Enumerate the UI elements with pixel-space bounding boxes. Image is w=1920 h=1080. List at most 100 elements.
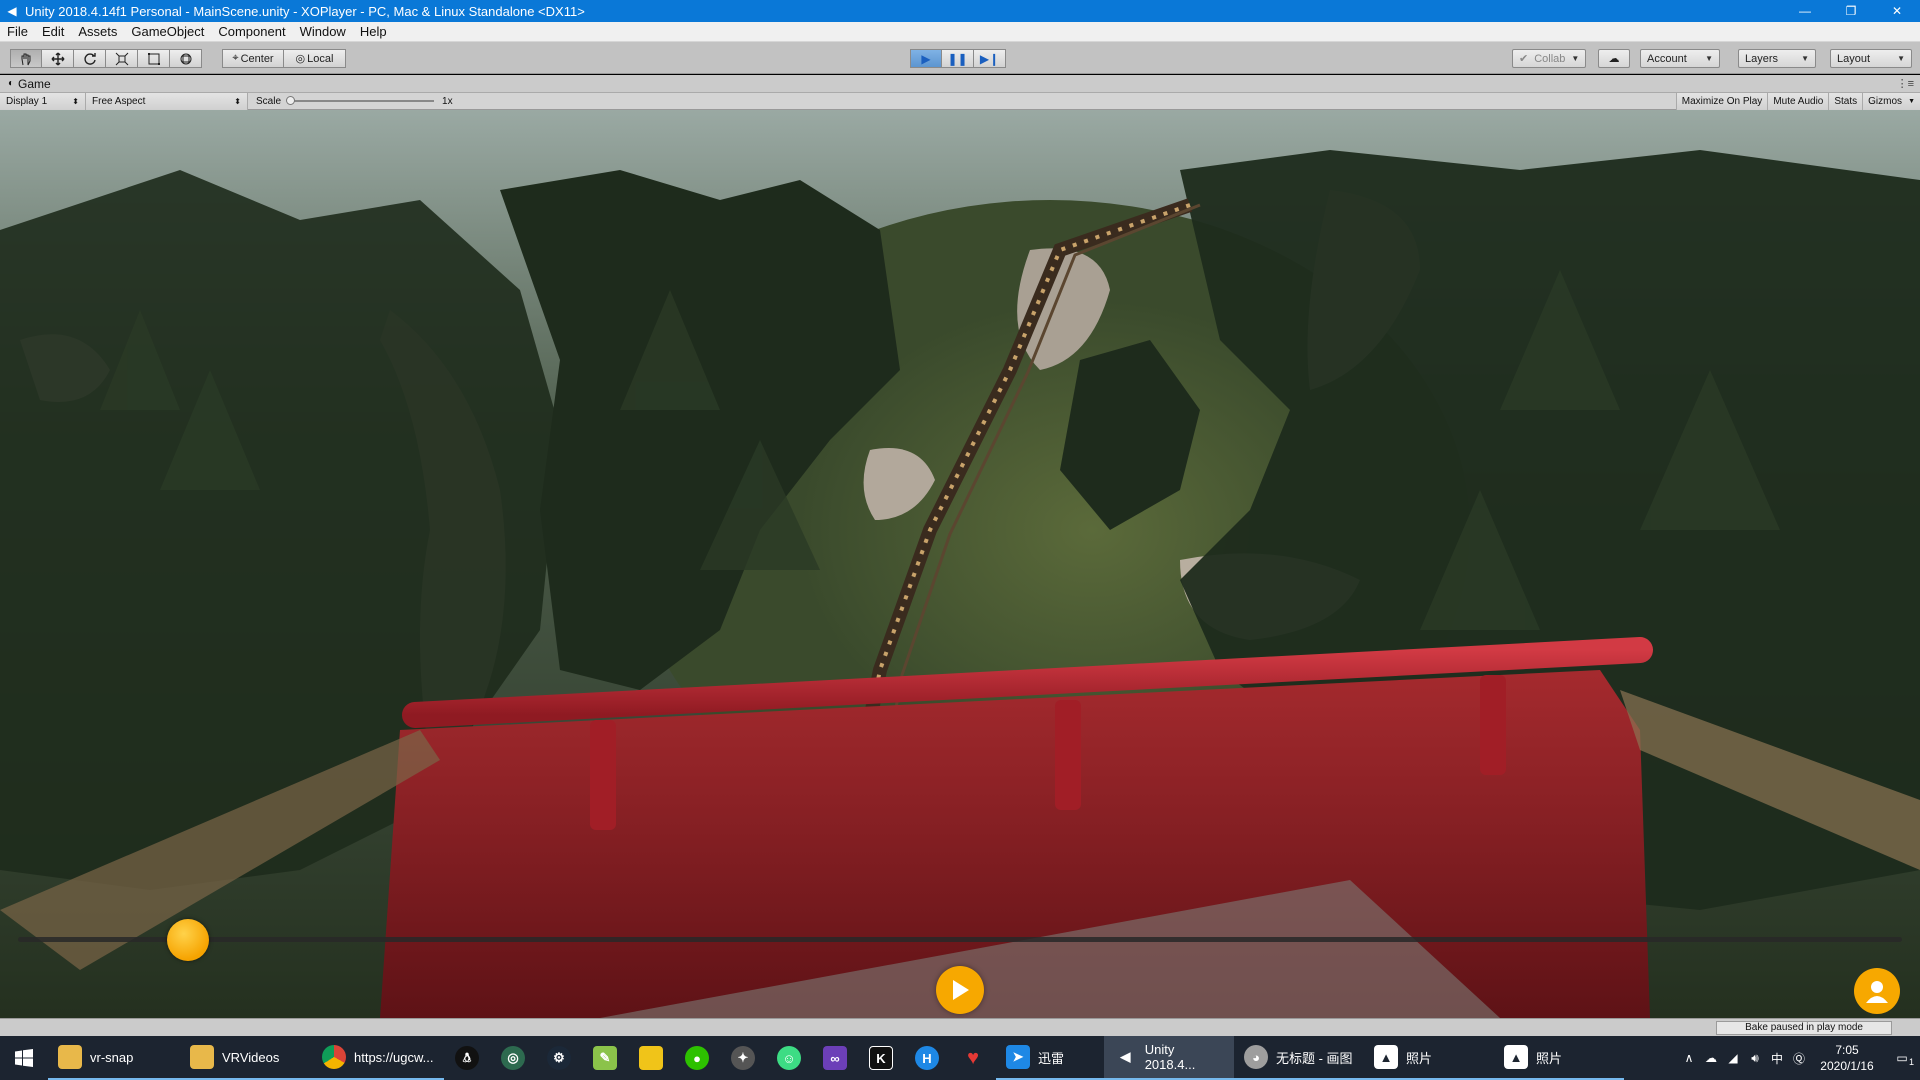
play-button[interactable]: ▶ <box>910 49 942 68</box>
clock[interactable]: 7:05 2020/1/16 <box>1810 1042 1884 1074</box>
taskbar-pinned-heart-app[interactable]: ♥ <box>950 1036 996 1080</box>
taskbar-item-photos-1[interactable]: ▲ 照片 <box>1364 1036 1494 1080</box>
taskbar-pinned-steam[interactable]: ⚙ <box>536 1036 582 1080</box>
cloud-group: ☁ <box>1598 49 1630 68</box>
network-icon[interactable]: ◢ <box>1722 1051 1744 1065</box>
account-dropdown[interactable]: Account ▼ <box>1640 49 1720 68</box>
taskbar-pinned-visual-studio[interactable]: ∞ <box>812 1036 858 1080</box>
aspect-dropdown[interactable]: Free Aspect ⬍ <box>86 92 248 110</box>
minimize-button[interactable]: — <box>1782 0 1828 22</box>
taskbar-pinned-wechat[interactable]: ● <box>674 1036 720 1080</box>
taskbar-item-photos-2[interactable]: ▲ 照片 <box>1494 1036 1624 1080</box>
collab-dropdown[interactable]: ✔ Collab ▼ <box>1512 49 1586 68</box>
chrome-icon <box>322 1045 346 1069</box>
rotate-icon <box>83 52 96 65</box>
game-toggles: Maximize On Play Mute Audio Stats Gizmos… <box>1675 93 1920 110</box>
updown-icon: ⬍ <box>234 96 241 106</box>
taskbar-pinned-gamepad[interactable]: ✦ <box>720 1036 766 1080</box>
layout-group: Layout ▼ <box>1830 49 1912 68</box>
k-app-icon: K <box>869 1046 893 1070</box>
panel-menu-icon[interactable]: ⋮≡ <box>1897 77 1914 90</box>
taskbar-item-label: 照片 <box>1406 1050 1433 1066</box>
input-method-icon[interactable]: Ⓠ <box>1788 1050 1810 1067</box>
cloud-button[interactable]: ☁ <box>1598 49 1630 68</box>
cloud-icon: ☁ <box>1608 53 1620 65</box>
onedrive-icon[interactable]: ☁ <box>1700 1051 1722 1065</box>
pause-button[interactable]: ❚❚ <box>942 49 974 68</box>
paint-icon: ◕ <box>1244 1045 1268 1069</box>
video-seek-bar[interactable] <box>18 919 1902 961</box>
layout-dropdown[interactable]: Layout ▼ <box>1830 49 1912 68</box>
taskbar-item-label: 迅雷 <box>1038 1050 1065 1066</box>
chevron-down-icon: ▼ <box>1705 54 1713 63</box>
account-label: Account <box>1647 52 1687 65</box>
hand-tool-button[interactable] <box>10 49 42 68</box>
menu-file[interactable]: File <box>0 22 35 42</box>
photos-icon: ▲ <box>1504 1045 1528 1069</box>
taskbar-pinned-notepad[interactable]: ✎ <box>582 1036 628 1080</box>
display-dropdown[interactable]: Display 1 ⬍ <box>0 92 86 110</box>
start-button[interactable] <box>0 1036 48 1080</box>
layers-dropdown[interactable]: Layers ▼ <box>1738 49 1816 68</box>
restore-button[interactable]: ❐ <box>1828 0 1874 22</box>
menu-assets[interactable]: Assets <box>71 22 124 42</box>
step-button[interactable]: ▶❙ <box>974 49 1006 68</box>
rotate-tool-button[interactable] <box>74 49 106 68</box>
taskbar-pinned-qq[interactable]: 🐧︎ <box>444 1036 490 1080</box>
user-profile-button[interactable] <box>1854 968 1900 1014</box>
video-play-button[interactable] <box>936 966 984 1014</box>
notification-center-button[interactable]: ▭ 1 <box>1884 1051 1920 1067</box>
transform-tool-button[interactable] <box>170 49 202 68</box>
notification-icon: ▭ <box>1896 1051 1908 1065</box>
scale-slider-knob[interactable] <box>286 96 296 105</box>
pivot-local-button[interactable]: ◎ Local <box>284 49 346 68</box>
volume-icon[interactable]: 🔊︎ <box>1744 1051 1766 1066</box>
folder-icon <box>190 1045 214 1069</box>
ime-indicator[interactable]: 中 <box>1766 1050 1788 1067</box>
taskbar-pinned-android[interactable]: ☺ <box>766 1036 812 1080</box>
taskbar-item-label: 无标题 - 画图 <box>1276 1050 1353 1066</box>
taskbar-pinned-app[interactable]: ◎ <box>490 1036 536 1080</box>
layers-group: Layers ▼ <box>1738 49 1816 68</box>
taskbar-pinned-explorer[interactable] <box>628 1036 674 1080</box>
move-tool-button[interactable] <box>42 49 74 68</box>
taskbar-item-chrome[interactable]: https://ugcw... <box>312 1036 444 1080</box>
menu-edit[interactable]: Edit <box>35 22 71 42</box>
taskbar-item-vr-snap[interactable]: vr-snap <box>48 1036 180 1080</box>
menu-window[interactable]: Window <box>293 22 353 42</box>
rect-tool-button[interactable] <box>138 49 170 68</box>
taskbar-pinned-h-app[interactable]: H <box>904 1036 950 1080</box>
gizmos-dropdown[interactable]: Gizmos ▼ <box>1862 93 1920 110</box>
toolbar: ⌖ Center ◎ Local ▶ ❚❚ ▶❙ ✔ Collab ▼ ☁ Accoun… <box>0 42 1920 74</box>
taskbar-item-label: VRVideos <box>222 1049 280 1065</box>
menu-gameobject[interactable]: GameObject <box>124 22 211 42</box>
heart-icon: ♥ <box>967 1046 979 1069</box>
pivot-center-button[interactable]: ⌖ Center <box>222 49 284 68</box>
maximize-label: Maximize On Play <box>1681 96 1763 107</box>
scale-tool-button[interactable] <box>106 49 138 68</box>
play-icon: ▶ <box>921 51 931 66</box>
taskbar-item-vrvideos[interactable]: VRVideos <box>180 1036 312 1080</box>
scale-slider[interactable] <box>286 96 435 105</box>
stats-toggle[interactable]: Stats <box>1828 93 1863 110</box>
chevron-up-icon[interactable]: ∧ <box>1678 1051 1700 1065</box>
taskbar-item-xunlei[interactable]: ➤ 迅雷 <box>996 1036 1104 1080</box>
status-bar: Bake paused in play mode <box>0 1018 1920 1036</box>
play-icon <box>953 980 969 1000</box>
tab-game[interactable]: ◐ Game <box>0 77 59 91</box>
mute-audio-toggle[interactable]: Mute Audio <box>1767 93 1829 110</box>
pivot-label: Center <box>240 52 274 65</box>
aspect-label: Free Aspect <box>92 95 146 107</box>
taskbar-item-paint[interactable]: ◕ 无标题 - 画图 <box>1234 1036 1364 1080</box>
chevron-down-icon: ▼ <box>1571 54 1580 63</box>
close-button[interactable]: ✕ <box>1874 0 1920 22</box>
taskbar-pinned-k-app[interactable]: K <box>858 1036 904 1080</box>
seek-knob[interactable] <box>166 919 209 961</box>
taskbar-item-unity[interactable]: ◀ Unity 2018.4... <box>1104 1036 1234 1080</box>
menu-help[interactable]: Help <box>353 22 394 42</box>
maximize-on-play-toggle[interactable]: Maximize On Play <box>1675 93 1768 110</box>
game-viewport[interactable] <box>0 110 1920 1018</box>
clock-time: 7:05 <box>1835 1043 1859 1057</box>
visual-studio-icon: ∞ <box>823 1046 847 1070</box>
menu-component[interactable]: Component <box>211 22 292 42</box>
